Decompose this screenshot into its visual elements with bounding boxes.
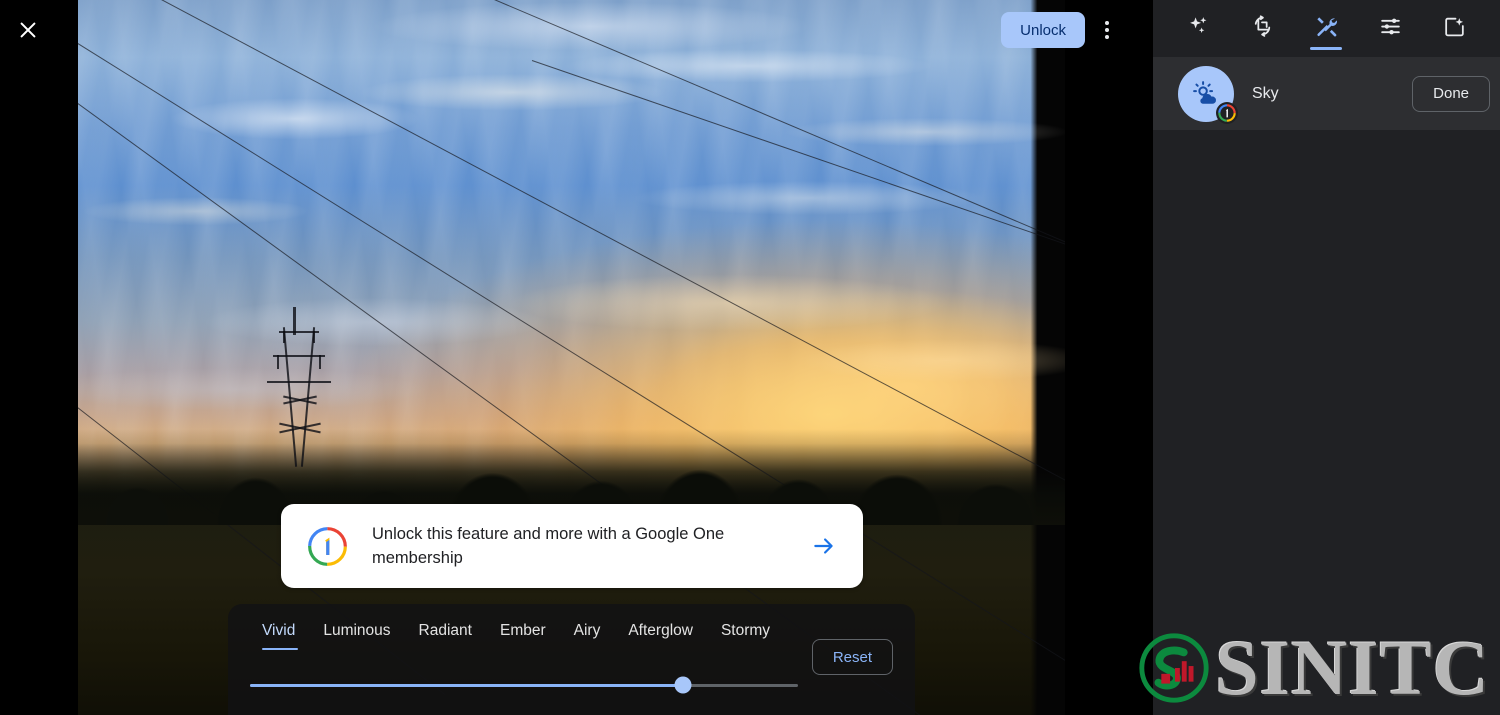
done-button[interactable]: Done [1412,75,1490,112]
filter-tab-label: Stormy [720,622,771,639]
sky-avatar [1178,65,1238,124]
intensity-slider[interactable] [250,670,798,700]
google-one-icon [305,524,350,569]
tab-crop-rotate[interactable] [1231,0,1295,57]
done-button-label: Done [1433,85,1469,102]
filter-tab-label: Ember [499,622,546,639]
reset-button-label: Reset [832,648,872,666]
close-icon[interactable] [8,10,48,50]
filter-tab-label: Vivid [262,622,296,639]
editor-canvas: Unlock Unlock this feature and more with… [0,0,1153,715]
edit-tools-panel: Sky Done [1153,0,1500,715]
filter-tab-airy[interactable]: Airy [560,616,615,650]
markup-magic-icon [1442,14,1467,44]
unlock-button-label: Unlock [1020,21,1066,39]
filter-tab-list: Vivid Luminous Radiant Ember Airy Afterg… [248,616,784,650]
tool-item-label: Sky [1252,84,1279,102]
filter-tab-label: Luminous [323,622,391,639]
crop-rotate-icon [1250,14,1275,44]
tools-icon [1314,14,1339,44]
tool-tab-bar [1153,0,1500,57]
tool-item-sky[interactable]: Sky Done [1153,57,1500,130]
sparkle-enhance-icon [1186,14,1211,44]
filter-tab-label: Radiant [418,622,472,639]
photo-editor-app: Unlock Unlock this feature and more with… [0,0,1500,715]
filter-control-bar: Vivid Luminous Radiant Ember Airy Afterg… [228,604,915,715]
filter-tab-label: Afterglow [628,622,693,639]
google-one-promo-card[interactable]: Unlock this feature and more with a Goog… [281,504,863,588]
filter-tab-ember[interactable]: Ember [486,616,560,650]
filter-tab-radiant[interactable]: Radiant [405,616,486,650]
filter-tab-stormy[interactable]: Stormy [707,616,784,650]
tab-tools[interactable] [1295,0,1359,57]
google-one-badge-icon [1216,101,1238,124]
more-vert-icon[interactable] [1089,12,1125,48]
reset-button[interactable]: Reset [811,639,893,675]
filter-tab-luminous[interactable]: Luminous [309,616,404,650]
adjust-sliders-icon [1378,14,1403,44]
filter-tab-afterglow[interactable]: Afterglow [614,616,707,650]
tab-enhance[interactable] [1167,0,1231,57]
filter-tab-vivid[interactable]: Vivid [248,616,309,650]
unlock-button[interactable]: Unlock [1001,12,1085,48]
tab-markup[interactable] [1422,0,1486,57]
filter-tab-label: Airy [573,622,601,639]
slider-thumb[interactable] [674,676,692,694]
arrow-forward-icon [811,533,837,559]
tab-adjust[interactable] [1358,0,1422,57]
slider-track [250,676,798,694]
promo-text: Unlock this feature and more with a Goog… [372,525,725,567]
slider-fill [250,683,683,687]
